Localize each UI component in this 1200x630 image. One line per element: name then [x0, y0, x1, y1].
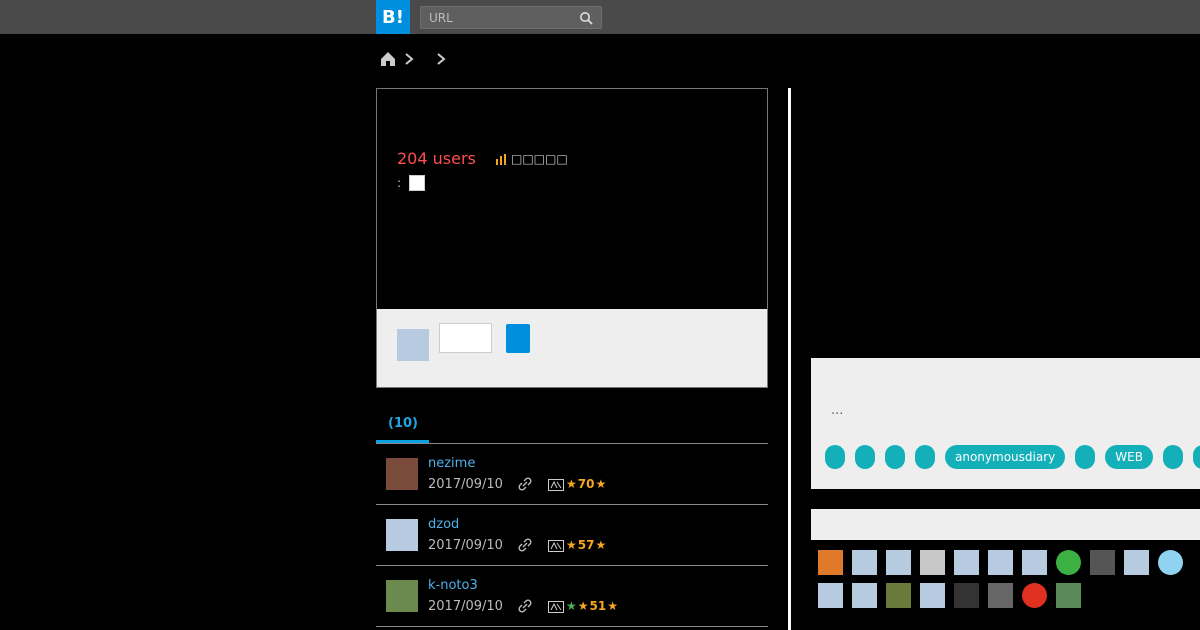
tag[interactable] [915, 445, 935, 469]
avatar[interactable] [920, 550, 945, 575]
avatar[interactable] [886, 583, 911, 608]
avatar [397, 329, 429, 361]
user-name[interactable]: dzod [428, 517, 459, 532]
tag[interactable] [855, 445, 875, 469]
avatar[interactable] [852, 550, 877, 575]
avatar[interactable] [886, 550, 911, 575]
link-icon[interactable] [518, 599, 532, 613]
search-box[interactable] [420, 6, 602, 29]
column-divider [788, 88, 791, 630]
list-item: nezime 2017/09/10 ★ 70 ★ [376, 444, 768, 505]
tag[interactable]: WEB [1105, 445, 1153, 469]
tag[interactable] [1192, 445, 1200, 469]
avatar[interactable] [852, 583, 877, 608]
hatena-logo[interactable]: B! [376, 0, 410, 34]
star-icon: ★ [577, 599, 589, 613]
avatar[interactable] [920, 583, 945, 608]
users-header [811, 509, 1200, 540]
tag[interactable]: anonymousdiary [945, 445, 1066, 469]
bookmark-date[interactable]: 2017/09/10 [428, 599, 503, 614]
list-item: dzod 2017/09/10 ★ 57 ★ [376, 505, 768, 566]
avatar[interactable] [954, 550, 979, 575]
add-star-icon[interactable] [548, 479, 564, 491]
star-icon: ★ [566, 599, 577, 613]
tag-panel: ... anonymousdiary WEB [811, 358, 1200, 489]
star-icon: ★ [566, 538, 577, 552]
link-icon[interactable] [518, 538, 532, 552]
star-count: ★ ★ 51 ★ [566, 599, 618, 613]
top-bar: B! [0, 0, 1200, 34]
star-count: ★ 57 ★ [566, 538, 607, 552]
star-icon: ★ [595, 477, 607, 491]
avatar[interactable] [1056, 583, 1081, 608]
star-count: ★ 70 ★ [566, 477, 607, 491]
add-star-icon[interactable] [548, 601, 564, 613]
entry-via: : [397, 175, 426, 191]
avatar[interactable] [1158, 550, 1183, 575]
add-bookmark-button[interactable] [506, 324, 530, 353]
avatar[interactable] [818, 550, 843, 575]
avatar[interactable] [988, 583, 1013, 608]
home-icon[interactable] [379, 50, 397, 68]
tag[interactable] [825, 445, 845, 469]
tag[interactable] [1162, 445, 1183, 469]
site-favicon-icon[interactable] [409, 175, 426, 191]
user-name[interactable]: k-noto3 [428, 578, 478, 593]
avatar[interactable] [954, 583, 979, 608]
via-label: : [397, 176, 402, 190]
entry-stat: □□□□□ [495, 152, 568, 166]
comment-form [377, 309, 767, 387]
user-name[interactable]: nezime [428, 456, 475, 471]
tab-bar: (10) [376, 406, 768, 444]
avatar[interactable] [1124, 550, 1149, 575]
add-star-icon[interactable] [548, 540, 564, 552]
tag-list: anonymousdiary WEB [825, 445, 1200, 469]
avatar[interactable] [386, 458, 418, 490]
avatar[interactable] [1022, 583, 1047, 608]
user-avatar-grid [818, 550, 1200, 608]
avatar[interactable] [818, 583, 843, 608]
entry-summary: 204 users □□□□□ : [377, 89, 767, 309]
search-icon[interactable] [579, 11, 593, 25]
search-input[interactable] [429, 10, 569, 26]
avatar[interactable] [386, 519, 418, 551]
avatar[interactable] [1056, 550, 1081, 575]
link-icon[interactable] [518, 477, 532, 491]
comment-input[interactable] [439, 323, 492, 353]
chevron-right-icon [437, 53, 446, 65]
bookmark-date[interactable]: 2017/09/10 [428, 538, 503, 553]
users-count[interactable]: 204 users [397, 149, 476, 168]
breadcrumb [379, 49, 447, 69]
tag[interactable] [1075, 445, 1096, 469]
tab-bookmarks[interactable]: (10) [376, 406, 429, 443]
avatar[interactable] [386, 580, 418, 612]
chart-icon [496, 154, 506, 165]
entry-panel: 204 users □□□□□ : [376, 88, 768, 388]
chevron-right-icon [405, 53, 414, 65]
stat-label: □□□□□ [511, 152, 568, 166]
avatar[interactable] [988, 550, 1013, 575]
avatar[interactable] [1022, 550, 1047, 575]
star-icon: ★ [595, 538, 607, 552]
star-icon: ★ [566, 477, 577, 491]
list-item: k-noto3 2017/09/10 ★ ★ 51 ★ [376, 566, 768, 627]
star-icon: ★ [607, 599, 618, 613]
tag[interactable] [885, 445, 905, 469]
avatar[interactable] [1090, 550, 1115, 575]
summary-text: ... [831, 403, 844, 418]
bookmark-date[interactable]: 2017/09/10 [428, 477, 503, 492]
